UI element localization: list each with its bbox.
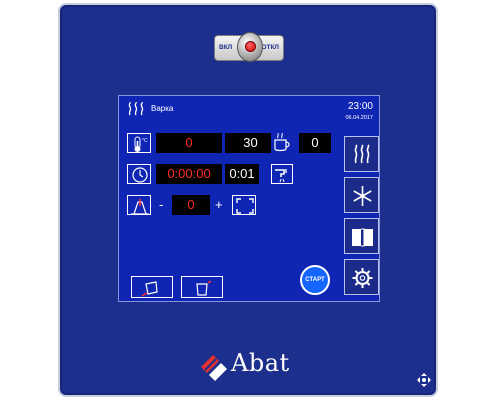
power-switch[interactable]: ВКЛ ОТКЛ <box>214 32 284 62</box>
cup-icon <box>274 133 290 152</box>
thermometer-button[interactable]: °C <box>127 133 151 153</box>
humidity-minus-button[interactable]: - <box>159 195 163 215</box>
cup-out-icon <box>196 280 212 296</box>
humidity-value: 0 <box>172 195 210 215</box>
power-knob[interactable] <box>237 32 263 62</box>
steam-icon <box>354 144 370 164</box>
brand-mark-icon <box>201 355 227 381</box>
power-off-label: ОТКЛ <box>261 44 279 51</box>
oven-control-panel: ВКЛ ОТКЛ Варка 23:00 06.04.2017 °C 0 30 <box>58 3 438 397</box>
pour-cup-icon <box>141 281 158 297</box>
move-icon[interactable] <box>416 372 432 388</box>
timer-elapsed: 0:00:00 <box>156 164 222 184</box>
humidity-button[interactable] <box>127 195 151 215</box>
recipe-book-button[interactable] <box>344 218 379 254</box>
clock-time: 23:00 <box>347 101 373 112</box>
humidity-plus-button[interactable]: + <box>215 195 223 215</box>
water-tap-icon <box>275 169 287 183</box>
cup-value[interactable]: 0 <box>299 133 331 153</box>
thermometer-icon: °C <box>134 136 148 152</box>
mode-name: Варка <box>151 104 174 113</box>
touch-screen: Варка 23:00 06.04.2017 °C 0 30 0 0:00:00… <box>118 95 380 302</box>
temperature-setpoint[interactable]: 30 <box>225 133 276 153</box>
water-tap-button[interactable] <box>271 164 293 184</box>
clock-date: 06.04.2017 <box>345 115 373 121</box>
temperature-actual: 0 <box>156 133 222 153</box>
power-indicator-light <box>245 41 256 52</box>
timer-setpoint[interactable]: 0:01 <box>225 164 259 184</box>
book-icon <box>352 228 373 247</box>
steam-mode-icon <box>128 102 144 116</box>
start-button[interactable]: СТАРТ <box>300 265 330 295</box>
expand-icon <box>236 198 254 214</box>
humidity-icon <box>131 199 149 215</box>
unload-button[interactable] <box>181 276 223 298</box>
cooling-mode-button[interactable] <box>344 177 379 213</box>
brand-logo: Abat <box>197 345 307 383</box>
settings-button[interactable] <box>344 259 379 295</box>
timer-button[interactable] <box>127 164 151 184</box>
svg-text:°C: °C <box>142 138 148 144</box>
steam-mode-button[interactable] <box>344 136 379 172</box>
snowflake-icon <box>353 186 372 206</box>
power-on-label: ВКЛ <box>219 44 233 51</box>
clock-icon <box>132 167 148 183</box>
cup-button[interactable] <box>271 133 293 153</box>
load-button[interactable] <box>131 276 173 298</box>
fullscreen-button[interactable] <box>232 195 256 215</box>
brand-name: Abat <box>231 349 290 377</box>
gear-icon <box>352 268 373 288</box>
